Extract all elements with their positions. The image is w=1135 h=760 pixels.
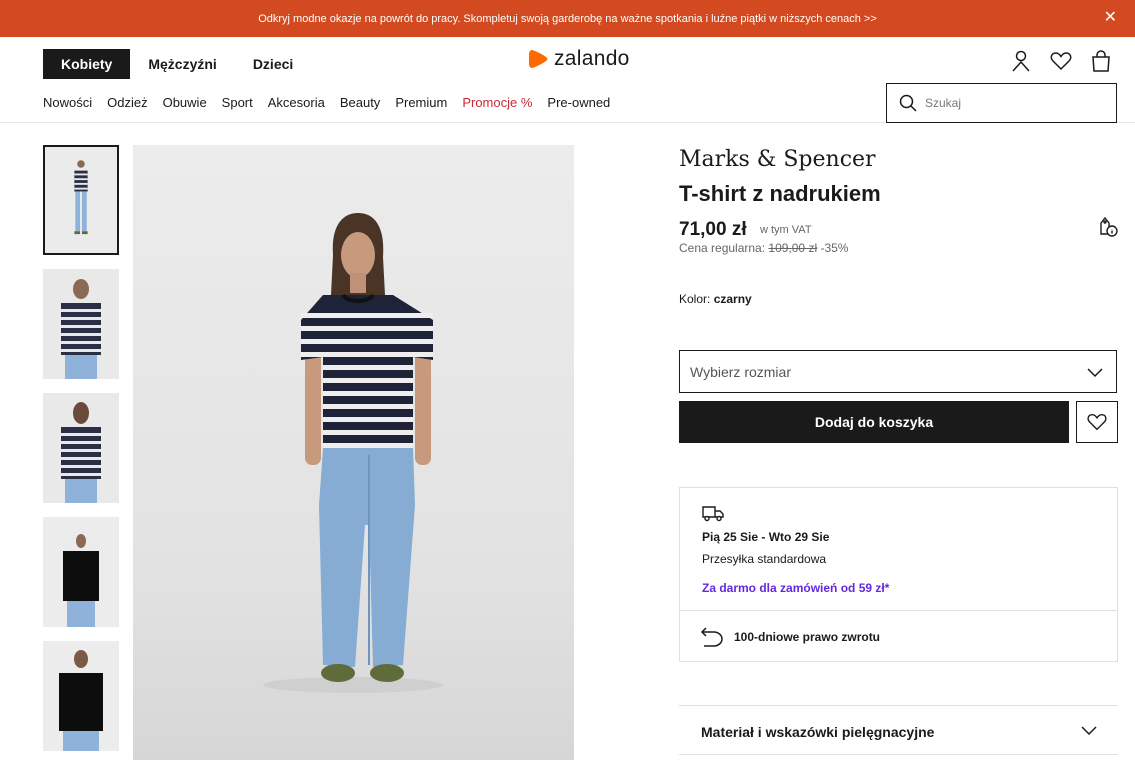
main-product-image[interactable] [133,145,574,760]
thumbnail-image [43,269,119,379]
model-photo [263,213,443,693]
tab-mezczyzni[interactable]: Mężczyźni [130,49,234,79]
nav-promocje[interactable]: Promocje % [462,95,532,110]
search-box[interactable] [886,83,1117,123]
delivery-info-box: Pią 25 Sie - Wto 29 Sie Przesyłka standa… [679,487,1118,662]
delivery-date: Pią 25 Sie - Wto 29 Sie [702,530,830,544]
chevron-down-icon [1087,367,1103,377]
price: 71,00 zł [679,219,747,240]
truck-icon [702,506,724,522]
promo-banner-text[interactable]: Odkryj modne okazje na powrót do pracy. … [258,13,877,25]
thumbnail-3[interactable] [43,393,119,503]
thumbnail-5[interactable] [43,641,119,751]
promo-banner[interactable]: Odkryj modne okazje na powrót do pracy. … [0,0,1135,37]
nav-obuwie[interactable]: Obuwie [163,95,207,110]
thumbnail-image [45,147,117,253]
thumbnail-list [43,145,119,760]
nav-nowosci[interactable]: Nowości [43,95,92,110]
thumbnail-1[interactable] [43,145,119,255]
nav-premium[interactable]: Premium [395,95,447,110]
tab-dzieci[interactable]: Dzieci [235,49,311,79]
size-select[interactable]: Wybierz rozmiar [679,350,1117,393]
discount-badge: -35% [820,241,849,255]
heart-icon [1087,413,1107,431]
tab-kobiety[interactable]: Kobiety [43,49,131,79]
thumbnail-image [43,641,119,751]
regular-price: Cena regularna: 109,00 zł -35% [679,241,848,255]
divider [680,610,1117,611]
vat-label: w tym VAT [760,224,812,236]
user-icon[interactable] [1009,49,1033,73]
accordion-label: Materiał i wskazówki pielęgnacyjne [701,724,935,740]
chevron-down-icon [1081,726,1097,736]
thumbnail-image [43,393,119,503]
thumbnail-2[interactable] [43,269,119,379]
color-label: Kolor: [679,292,711,306]
returns-policy: 100-dniowe prawo zwrotu [734,630,881,644]
free-shipping-note: Za darmo dla zamówień od 59 zł* [702,581,890,595]
logo[interactable]: zalando [528,47,630,71]
heart-icon[interactable] [1049,49,1073,73]
nav-akcesoria[interactable]: Akcesoria [268,95,325,110]
brand-name[interactable]: Marks & Spencer [679,147,876,172]
nav-beauty[interactable]: Beauty [340,95,380,110]
delivery-type: Przesyłka standardowa [702,552,827,566]
search-input[interactable] [925,96,1105,110]
regular-price-label: Cena regularna: [679,241,766,255]
gender-tabs: Kobiety Mężczyźni Dzieci [43,49,311,79]
color-info: Kolor: czarny [679,292,752,306]
zalando-logo-icon [529,50,548,68]
nav-pre-owned[interactable]: Pre-owned [547,95,610,110]
logo-text: zalando [554,47,630,70]
header: Kobiety Mężczyźni Dzieci zalando Nowości… [0,37,1135,123]
thumbnail-image [43,517,119,627]
thumbnail-4[interactable] [43,517,119,627]
bag-icon[interactable] [1089,49,1113,73]
product-title: T-shirt z nadrukiem [679,181,881,206]
header-icons [1009,49,1113,73]
wishlist-button[interactable] [1076,401,1118,443]
category-nav: Nowości Odzież Obuwie Sport Akcesoria Be… [43,95,610,110]
regular-price-value: 109,00 zł [768,241,818,255]
add-to-cart-button[interactable]: Dodaj do koszyka [679,401,1069,443]
size-placeholder: Wybierz rozmiar [690,363,791,380]
return-arrow-icon [700,627,723,647]
nav-sport[interactable]: Sport [222,95,253,110]
material-care-accordion[interactable]: Materiał i wskazówki pielęgnacyjne [679,705,1118,755]
close-icon[interactable]: ✕ [1104,9,1117,27]
color-value: czarny [713,292,752,306]
price-tag-info-icon[interactable] [1095,215,1119,239]
search-icon[interactable] [899,94,917,112]
nav-odziez[interactable]: Odzież [107,95,147,110]
